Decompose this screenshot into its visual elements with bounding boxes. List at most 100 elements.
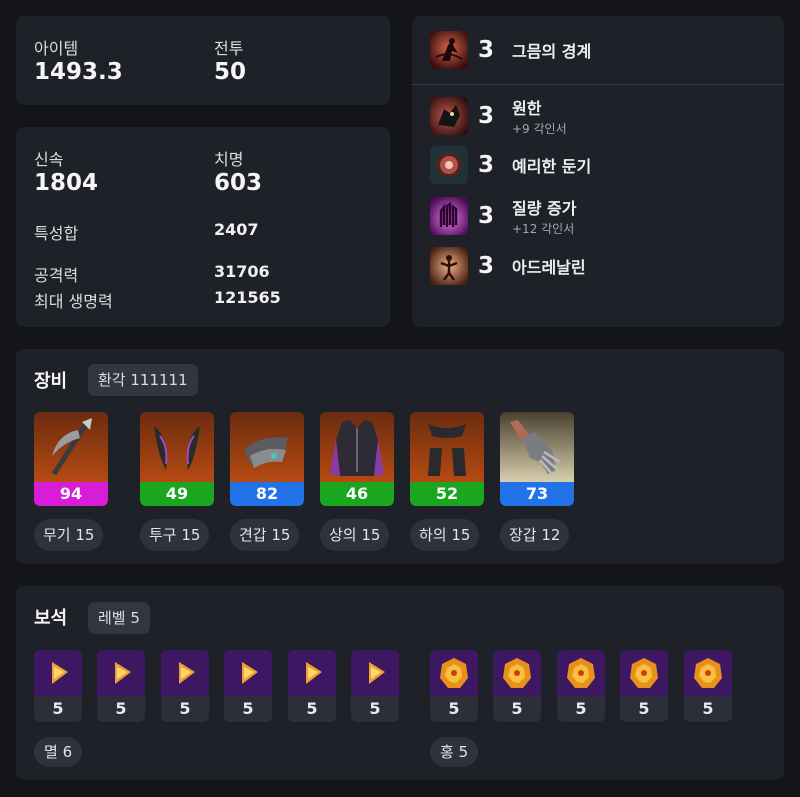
annihilation-gem-icon [34, 650, 82, 696]
equipment-slot-weapon[interactable]: 94 [34, 412, 108, 506]
engraving-name: 아드레날린 [512, 258, 586, 277]
equipment-quality: 94 [34, 482, 108, 506]
crimson-gem-icon [430, 650, 478, 696]
equipment-label-helmet: 투구 15 [140, 519, 210, 551]
gem-annihilation[interactable]: 5 [288, 650, 336, 722]
gem-annihilation[interactable]: 5 [224, 650, 272, 722]
pants-icon [410, 412, 484, 482]
engraving-item[interactable]: 3 예리한 둔기 [430, 145, 591, 185]
engraving-name: 질량 증가 [512, 199, 577, 218]
crimson-gem-icon [493, 650, 541, 696]
gems-card: 보석 레벨 5 5 5 5 5 5 5 멸 6 5 5 5 5 5 홍 5 [16, 586, 784, 780]
annihilation-gem-summary: 멸 6 [34, 737, 83, 767]
equipment-slot-helmet[interactable]: 49 [140, 412, 214, 506]
equipment-slot-chest[interactable]: 46 [320, 412, 394, 506]
crimson-gem-icon [684, 650, 732, 696]
gem-level: 5 [288, 696, 336, 722]
engraving-item[interactable]: 3 원한 +9 각인서 [430, 96, 567, 136]
gem-crimson[interactable]: 5 [684, 650, 732, 722]
engravings-card: 3 그믐의 경계 3 원한 +9 각인서 3 예리한 둔기 3 질량 증가 +1… [412, 16, 784, 327]
total-stat-label: 특성합 [34, 224, 79, 243]
gems-level-tag: 레벨 5 [88, 602, 150, 634]
gem-annihilation[interactable]: 5 [34, 650, 82, 722]
gem-crimson[interactable]: 5 [620, 650, 668, 722]
grudge-icon [430, 97, 468, 135]
engraving-level: 3 [478, 37, 495, 63]
item-level-label: 아이템 [34, 39, 79, 58]
equipment-label-chest: 상의 15 [320, 519, 390, 551]
engraving-book: +12 각인서 [512, 222, 575, 236]
engraving-name: 예리한 둔기 [512, 157, 592, 176]
crit-label: 치명 [214, 150, 244, 169]
gem-level: 5 [620, 696, 668, 722]
keen-blunt-icon [430, 146, 468, 184]
max-hp-label: 최대 생명력 [34, 292, 113, 311]
crimson-gem-icon [620, 650, 668, 696]
gem-level: 5 [557, 696, 605, 722]
helmet-icon [140, 412, 214, 482]
equipment-quality: 73 [500, 482, 574, 506]
gloves-icon [500, 412, 574, 482]
adrenaline-icon [430, 247, 468, 285]
total-stat-value: 2407 [214, 220, 259, 239]
gem-annihilation[interactable]: 5 [161, 650, 209, 722]
engraving-item[interactable]: 3 질량 증가 +12 각인서 [430, 196, 576, 236]
weapon-scythe-icon [34, 412, 108, 482]
gem-annihilation[interactable]: 5 [351, 650, 399, 722]
gem-level: 5 [97, 696, 145, 722]
engraving-level: 3 [478, 103, 495, 129]
max-hp-value: 121565 [214, 288, 281, 307]
stats-card: 신속 1804 치명 603 특성합 2407 공격력 31706 최대 생명력… [16, 127, 390, 327]
crimson-gem-icon [557, 650, 605, 696]
equipment-slot-shoulder[interactable]: 82 [230, 412, 304, 506]
shadow-dancer-icon [430, 31, 468, 69]
equipment-quality: 52 [410, 482, 484, 506]
gem-level: 5 [351, 696, 399, 722]
annihilation-gem-icon [224, 650, 272, 696]
equipment-card: 장비 환각 111111 94 무기 15 49 투구 15 82 견갑 15 … [16, 349, 784, 564]
equipment-quality: 46 [320, 482, 394, 506]
gem-crimson[interactable]: 5 [493, 650, 541, 722]
engraving-name: 원한 [512, 99, 542, 118]
equipment-label-pants: 하의 15 [410, 519, 480, 551]
annihilation-gem-icon [161, 650, 209, 696]
equipment-quality: 82 [230, 482, 304, 506]
engraving-item[interactable]: 3 아드레날린 [430, 246, 586, 286]
shoulder-icon [230, 412, 304, 482]
gem-level: 5 [224, 696, 272, 722]
annihilation-gem-icon [288, 650, 336, 696]
engraving-name: 그믐의 경계 [512, 42, 592, 61]
annihilation-gem-icon [351, 650, 399, 696]
crimson-gem-summary: 홍 5 [430, 737, 479, 767]
gem-crimson[interactable]: 5 [557, 650, 605, 722]
combat-level-value: 50 [214, 59, 247, 85]
gem-crimson[interactable]: 5 [430, 650, 478, 722]
crit-value: 603 [214, 170, 263, 196]
gems-title: 보석 [34, 608, 68, 629]
gem-level: 5 [430, 696, 478, 722]
attack-label: 공격력 [34, 266, 79, 285]
attack-value: 31706 [214, 262, 270, 281]
equipment-quality: 49 [140, 482, 214, 506]
speed-label: 신속 [34, 150, 64, 169]
engraving-level: 3 [478, 152, 495, 178]
gem-level: 5 [684, 696, 732, 722]
engraving-level: 3 [478, 253, 495, 279]
engraving-book: +9 각인서 [512, 122, 567, 136]
chest-armor-icon [320, 412, 394, 482]
equipment-slot-pants[interactable]: 52 [410, 412, 484, 506]
annihilation-gem-icon [97, 650, 145, 696]
class-engraving[interactable]: 3 그믐의 경계 [430, 30, 591, 70]
gem-level: 5 [34, 696, 82, 722]
gem-level: 5 [161, 696, 209, 722]
item-level-value: 1493.3 [34, 59, 123, 85]
speed-value: 1804 [34, 170, 99, 196]
equipment-slot-gloves[interactable]: 73 [500, 412, 574, 506]
gem-level: 5 [493, 696, 541, 722]
equipment-label-shoulder: 견갑 15 [230, 519, 300, 551]
equipment-set-tag: 환각 111111 [88, 364, 198, 396]
combat-level-label: 전투 [214, 39, 244, 58]
engraving-level: 3 [478, 203, 495, 229]
gem-annihilation[interactable]: 5 [97, 650, 145, 722]
divider [412, 84, 784, 85]
